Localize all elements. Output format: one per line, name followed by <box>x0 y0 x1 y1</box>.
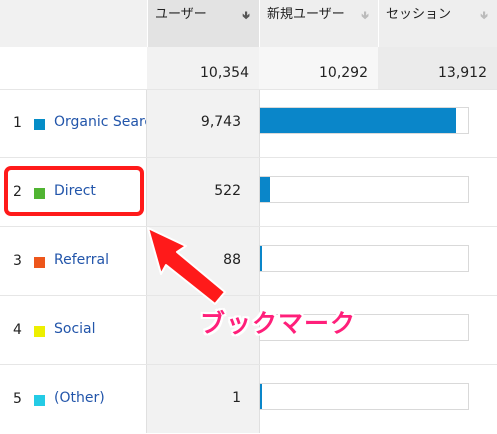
annotation-arrow-icon <box>147 227 226 305</box>
analytics-channel-table: ユーザー 🢃 新規ユーザー 🢃 セッション 🢃 10,354 10,292 13… <box>0 0 497 433</box>
annotation-label: ブックマーク <box>200 309 357 338</box>
